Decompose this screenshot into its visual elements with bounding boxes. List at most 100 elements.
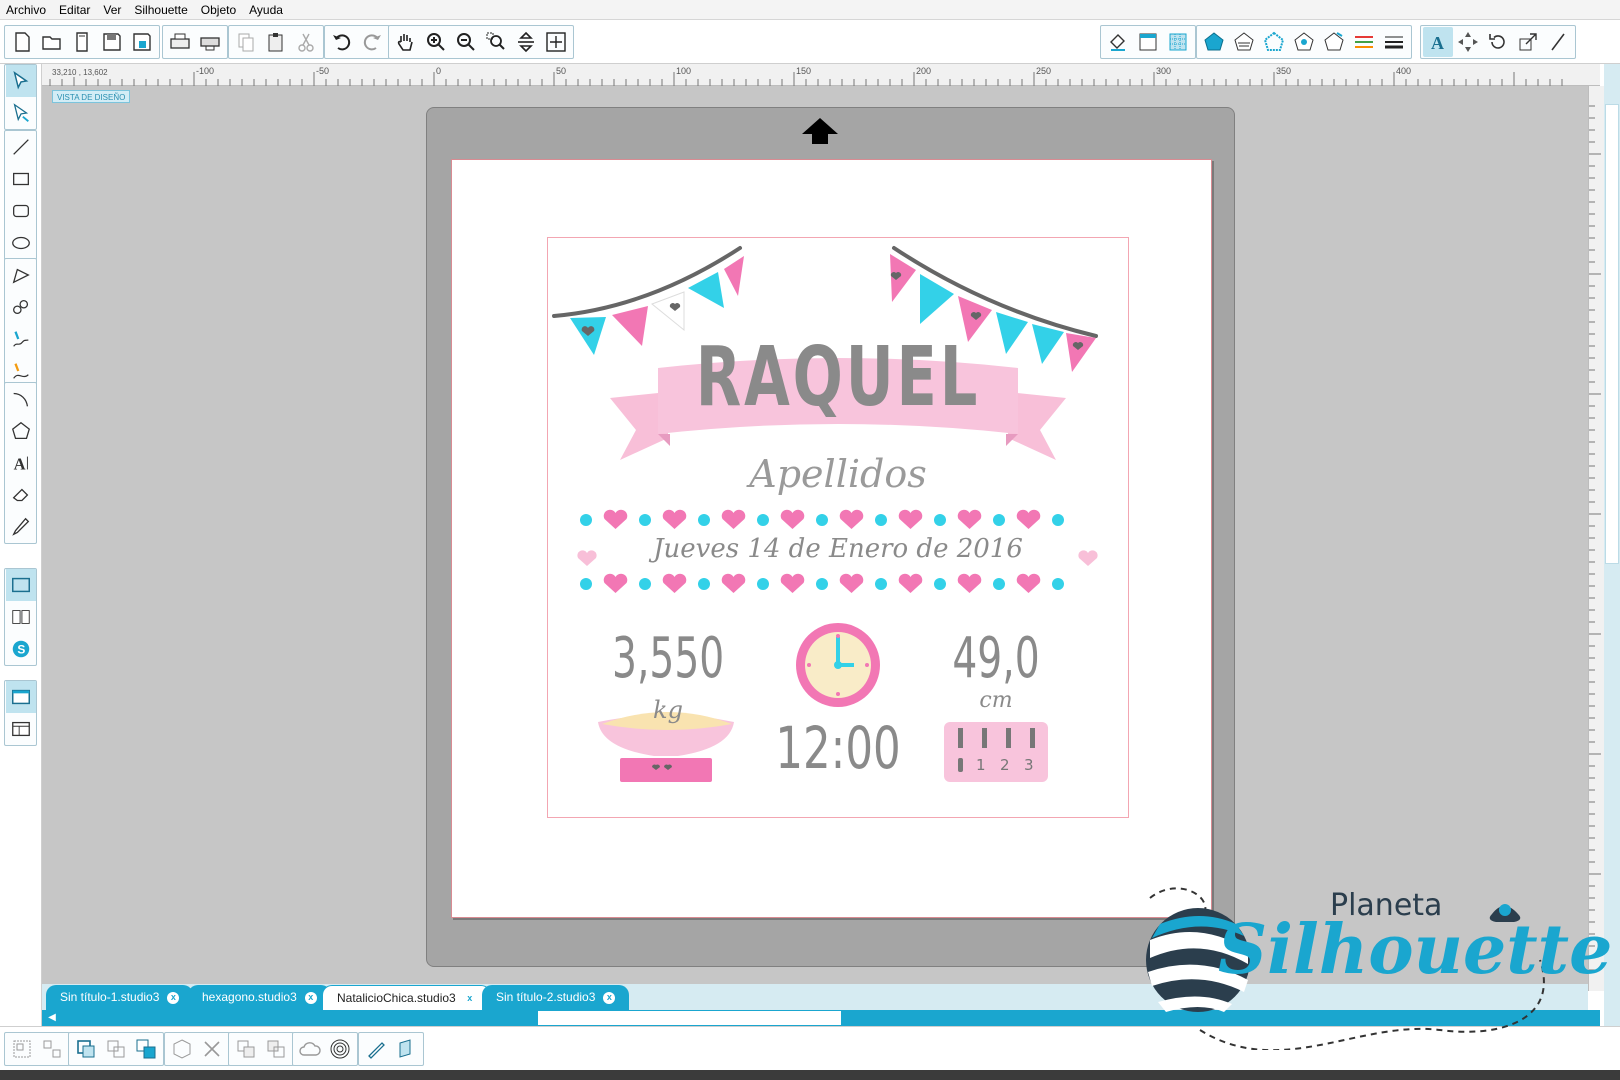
cut-button[interactable] (291, 27, 321, 57)
menu-editar[interactable]: Editar (53, 0, 97, 20)
knife-button[interactable] (1543, 27, 1573, 57)
zoom-out-button[interactable] (451, 27, 481, 57)
trace-button[interactable] (295, 1034, 325, 1064)
zoom-in-button[interactable] (421, 27, 451, 57)
eraser-tool[interactable] (6, 479, 36, 511)
line-tool[interactable] (6, 131, 36, 163)
send-to-cutter-button[interactable] (195, 27, 225, 57)
weight-value[interactable]: 3,550 (612, 626, 724, 691)
print-button[interactable] (165, 27, 195, 57)
length-value[interactable]: 49,0 (940, 626, 1052, 691)
menu-silhouette[interactable]: Silhouette (128, 0, 194, 20)
rotate-button[interactable] (1483, 27, 1513, 57)
vertical-scroll-thumb[interactable] (1605, 104, 1619, 564)
horizontal-scroll-thumb[interactable] (538, 1011, 841, 1025)
undo-button[interactable] (327, 27, 357, 57)
tab-natalicio-chica[interactable]: NatalicioChica.studio3 x (322, 985, 491, 1010)
line-icon (12, 139, 29, 155)
vertical-scrollbar[interactable] (1604, 64, 1620, 1026)
weight-unit[interactable]: kg (588, 696, 748, 724)
design-view-tool[interactable] (5, 569, 36, 601)
transform-button[interactable] (1453, 27, 1483, 57)
grid-button[interactable] (1163, 27, 1193, 57)
rounded-rectangle-tool[interactable] (6, 195, 36, 227)
fit-page-button[interactable] (511, 27, 541, 57)
tab-sin-titulo-2[interactable]: Sin título-2.studio3 x (482, 985, 630, 1010)
freehand-tool[interactable] (6, 323, 36, 355)
svg-text:A: A (1431, 33, 1444, 53)
shadow-button[interactable] (1289, 27, 1319, 57)
knife-tool[interactable] (6, 511, 36, 543)
paste-button[interactable] (261, 27, 291, 57)
fill-panel-button[interactable] (1103, 27, 1133, 57)
copy-button[interactable] (231, 27, 261, 57)
birth-time[interactable]: 12:00 (763, 714, 913, 782)
save-button[interactable] (97, 27, 127, 57)
curve-tool[interactable] (6, 291, 36, 323)
dot (698, 514, 710, 526)
regular-polygon-tool[interactable] (6, 415, 36, 447)
tab-close-icon[interactable]: x (167, 991, 180, 1004)
library-tool[interactable] (6, 601, 36, 633)
select-tool[interactable] (5, 65, 36, 97)
baby-name[interactable]: RAQUEL (629, 330, 1047, 425)
design-canvas[interactable]: VISTA DE DISEÑO RAQUEL Apellidos Jueves … (42, 86, 1588, 984)
fit-window-button[interactable] (541, 27, 571, 57)
length-unit[interactable]: cm (916, 688, 1076, 713)
tab-close-icon[interactable]: x (603, 991, 616, 1004)
new-file-button[interactable] (7, 27, 37, 57)
scale-button[interactable] (1513, 27, 1543, 57)
store-tool[interactable]: S (6, 633, 36, 665)
menu-objeto[interactable]: Objeto (195, 0, 243, 20)
scroll-left-icon[interactable]: ◀ (44, 1010, 60, 1026)
page-setup-icon (1139, 33, 1157, 51)
pan-button[interactable] (391, 27, 421, 57)
text-tool[interactable]: A (6, 447, 36, 479)
menu-ayuda[interactable]: Ayuda (243, 0, 290, 20)
compound-path-button[interactable] (71, 1034, 101, 1064)
edit-points-tool[interactable] (6, 97, 36, 129)
tab-close-icon[interactable]: x (304, 991, 317, 1004)
print-cut-button[interactable] (391, 1034, 421, 1064)
release-compound-button[interactable] (101, 1034, 131, 1064)
text-style-button[interactable]: A (1423, 27, 1453, 57)
offset-button[interactable] (325, 1034, 355, 1064)
tab-close-icon[interactable]: x (463, 992, 476, 1005)
redo-button[interactable] (357, 27, 387, 57)
line-weight-button[interactable] (1379, 27, 1409, 57)
page-setup-button[interactable] (1133, 27, 1163, 57)
save-library-button[interactable] (127, 27, 157, 57)
pentagon-icon (11, 421, 30, 439)
ellipse-tool[interactable] (6, 227, 36, 259)
group-button[interactable] (7, 1034, 37, 1064)
tab-sin-titulo-1[interactable]: Sin título-1.studio3 x (46, 985, 194, 1010)
birth-date[interactable]: Jueves 14 de Enero de 2016 (548, 534, 1128, 564)
open-file-button[interactable] (37, 27, 67, 57)
delete-button[interactable] (197, 1034, 227, 1064)
polygon-tool[interactable] (6, 259, 36, 291)
bring-front-button[interactable] (131, 1034, 161, 1064)
fill-color-button[interactable] (1199, 27, 1229, 57)
replicate-tool-button[interactable] (167, 1034, 197, 1064)
library-button[interactable] (67, 27, 97, 57)
ungroup-button[interactable] (37, 1034, 67, 1064)
baby-surname[interactable]: Apellidos (548, 452, 1128, 496)
weld-button[interactable] (231, 1034, 261, 1064)
zoom-selection-button[interactable] (481, 27, 511, 57)
hide-panels-tool[interactable] (5, 681, 36, 713)
replicate-button[interactable] (1319, 27, 1349, 57)
menu-archivo[interactable]: Archivo (0, 0, 53, 20)
subtract-button[interactable] (261, 1034, 291, 1064)
rectangle-tool[interactable] (6, 163, 36, 195)
tab-hexagono[interactable]: hexagono.studio3 x (188, 985, 331, 1010)
cloud-icon (299, 1042, 321, 1056)
fill-gradient-button[interactable] (1229, 27, 1259, 57)
menu-ver[interactable]: Ver (97, 0, 128, 20)
sketch-button[interactable] (361, 1034, 391, 1064)
arc-tool[interactable] (6, 383, 36, 415)
ruler-label: 100 (676, 66, 691, 76)
line-color-button[interactable] (1259, 27, 1289, 57)
line-style-button[interactable] (1349, 27, 1379, 57)
birth-announcement-design[interactable]: RAQUEL Apellidos Jueves 14 de Enero de 2… (547, 237, 1129, 818)
split-panels-tool[interactable] (6, 713, 36, 745)
